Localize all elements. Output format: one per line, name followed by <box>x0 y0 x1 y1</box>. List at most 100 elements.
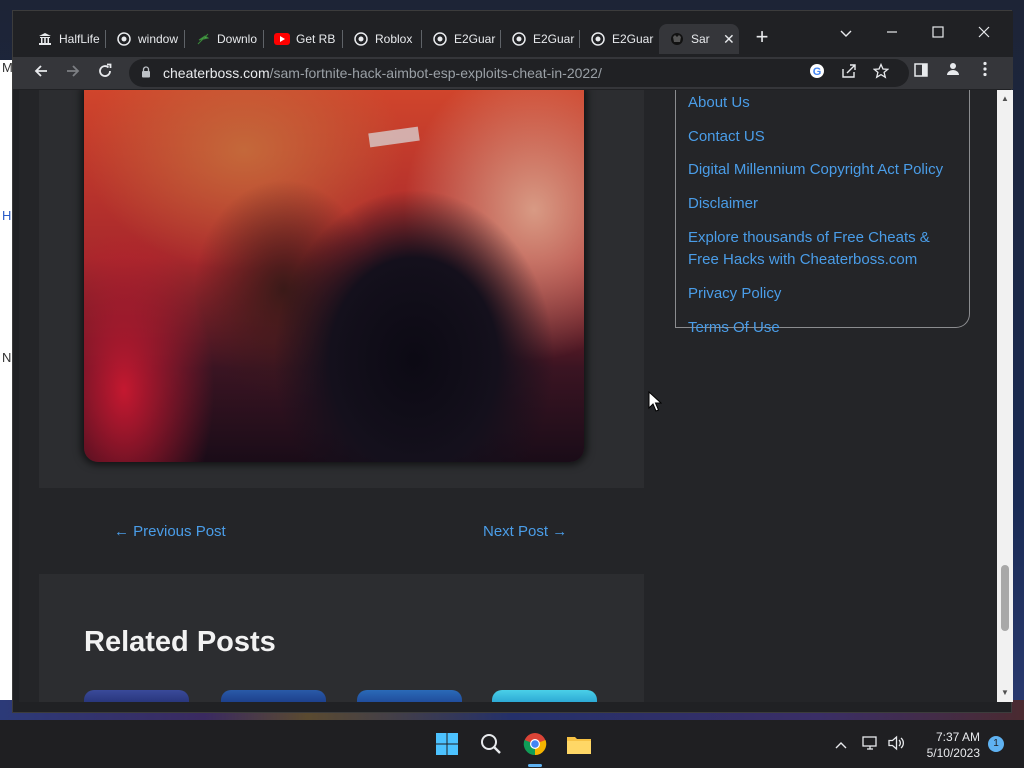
image-detail <box>368 126 420 148</box>
new-tab-button[interactable]: + <box>750 26 774 50</box>
sidebar-link-about-us[interactable]: About Us <box>688 92 963 114</box>
clock-date: 5/10/2023 <box>926 746 980 760</box>
close-window-button[interactable] <box>961 19 1007 49</box>
related-post-thumbnail[interactable] <box>492 690 597 702</box>
start-button[interactable] <box>433 730 461 758</box>
google-lens-icon[interactable]: G <box>807 63 827 83</box>
minimize-icon <box>887 31 897 33</box>
file-explorer-button[interactable] <box>565 730 593 758</box>
sidebar-link-dmca-policy[interactable]: Digital Millennium Copyright Act Policy <box>688 159 963 181</box>
sidebar-link-terms-of-use[interactable]: Terms Of Use <box>688 317 963 339</box>
system-clock[interactable]: 7:37 AM 5/10/2023 <box>910 729 980 761</box>
forward-button[interactable] <box>61 61 85 85</box>
kebab-menu-icon <box>983 61 987 77</box>
post-navigation: ← Previous Post Next Post → <box>39 488 644 574</box>
next-post-link[interactable]: Next Post → <box>483 523 567 540</box>
folder-icon <box>567 737 591 754</box>
back-button[interactable] <box>29 61 53 85</box>
windows-logo-icon <box>436 733 458 755</box>
sidebar-link-disclaimer[interactable]: Disclaimer <box>688 193 963 215</box>
tab-label: E2Guar <box>533 32 575 46</box>
sidebar-link-contact-us[interactable]: Contact US <box>688 126 963 148</box>
maximize-icon <box>932 26 944 38</box>
page-viewport: ← Previous Post Next Post → Related Post… <box>19 90 997 702</box>
active-app-indicator <box>528 764 542 767</box>
tab-halflife[interactable]: HalfLife <box>27 24 103 54</box>
article-card <box>39 90 644 488</box>
volume-control[interactable] <box>888 735 906 753</box>
reload-button[interactable] <box>93 61 117 85</box>
tab-label: Get RB <box>296 32 336 46</box>
tab-label: Downlo <box>217 32 258 46</box>
search-icon <box>481 734 501 754</box>
youtube-icon <box>274 31 290 47</box>
related-post-thumbnail[interactable] <box>84 690 189 702</box>
sidebar-pages-widget: About Us Contact US Digital Millennium C… <box>675 90 970 336</box>
sidebar-link-explore-cheats[interactable]: Explore thousands of Free Cheats & Free … <box>688 227 963 271</box>
globe-icon <box>353 31 369 47</box>
side-panel-button[interactable] <box>909 61 933 85</box>
address-bar[interactable]: cheaterboss.com/sam-fortnite-hack-aimbot… <box>129 59 909 87</box>
scrollbar-thumb[interactable] <box>1001 565 1009 631</box>
tab-strip: HalfLife window Downlo Get RB Roblox E2G… <box>13 11 1013 57</box>
chrome-taskbar-button[interactable] <box>521 730 549 758</box>
scroll-down-arrow-icon[interactable]: ▼ <box>997 686 1013 700</box>
tab-label: window <box>138 32 179 46</box>
svg-text:G: G <box>813 66 822 78</box>
bookmark-star-icon[interactable] <box>871 62 891 83</box>
side-panel-icon <box>914 63 928 77</box>
maximize-button[interactable] <box>915 19 961 49</box>
clock-time: 7:37 AM <box>935 730 980 744</box>
network-status[interactable] <box>862 735 880 753</box>
related-post-thumbnail[interactable] <box>221 690 326 702</box>
related-post-thumbnail[interactable] <box>357 690 462 702</box>
tab-e2guardian-2[interactable]: E2Guar <box>501 24 577 54</box>
tab-get-rb[interactable]: Get RB <box>264 24 340 54</box>
profile-icon <box>947 63 959 75</box>
close-icon <box>978 26 990 38</box>
speaker-icon <box>888 735 904 751</box>
globe-icon <box>116 31 132 47</box>
search-button[interactable] <box>477 730 505 758</box>
tab-window[interactable]: window <box>106 24 182 54</box>
profile-button[interactable] <box>941 61 965 85</box>
related-posts-heading: Related Posts <box>84 626 276 658</box>
tab-label: Roblox <box>375 32 413 46</box>
globe-icon <box>590 31 606 47</box>
site-icon <box>669 31 685 47</box>
tab-search-button[interactable] <box>823 19 869 49</box>
previous-post-link[interactable]: ← Previous Post <box>114 523 226 540</box>
reload-icon <box>99 63 112 77</box>
arrow-right-icon <box>67 65 80 77</box>
tab-label: E2Guar <box>612 32 654 46</box>
arrow-left-icon <box>34 65 47 77</box>
lock-icon[interactable] <box>141 65 155 81</box>
url-domain: cheaterboss.com <box>163 65 270 81</box>
sidebar-link-privacy-policy[interactable]: Privacy Policy <box>688 283 963 305</box>
tab-e2guardian-1[interactable]: E2Guar <box>422 24 498 54</box>
minimize-button[interactable] <box>869 19 915 49</box>
edge-letter: N <box>2 350 12 365</box>
tab-active-cheaterboss[interactable]: Sar ✕ <box>659 24 739 54</box>
scroll-up-arrow-icon[interactable]: ▲ <box>997 92 1013 106</box>
featured-image <box>84 90 584 462</box>
globe-icon <box>432 31 448 47</box>
taskbar: 7:37 AM 5/10/2023 1 <box>0 720 1024 768</box>
menu-button[interactable] <box>973 61 997 85</box>
browser-window: HalfLife window Downlo Get RB Roblox E2G… <box>12 10 1013 713</box>
tray-overflow-button[interactable] <box>832 735 850 753</box>
museum-icon <box>37 31 53 47</box>
related-posts-section: Related Posts <box>39 574 644 702</box>
tab-label: Sar <box>691 32 710 46</box>
tab-label: E2Guar <box>454 32 496 46</box>
chrome-icon <box>523 733 547 756</box>
share-icon[interactable] <box>839 63 859 83</box>
notification-badge[interactable]: 1 <box>988 736 1004 752</box>
tab-download[interactable]: Downlo <box>185 24 261 54</box>
close-tab-icon[interactable]: ✕ <box>723 31 735 48</box>
edge-letter: H <box>2 208 12 223</box>
tab-e2guardian-3[interactable]: E2Guar <box>580 24 656 54</box>
tab-roblox[interactable]: Roblox <box>343 24 419 54</box>
page-scrollbar[interactable]: ▲ ▼ <box>997 90 1013 702</box>
mouse-cursor-icon <box>648 391 662 412</box>
